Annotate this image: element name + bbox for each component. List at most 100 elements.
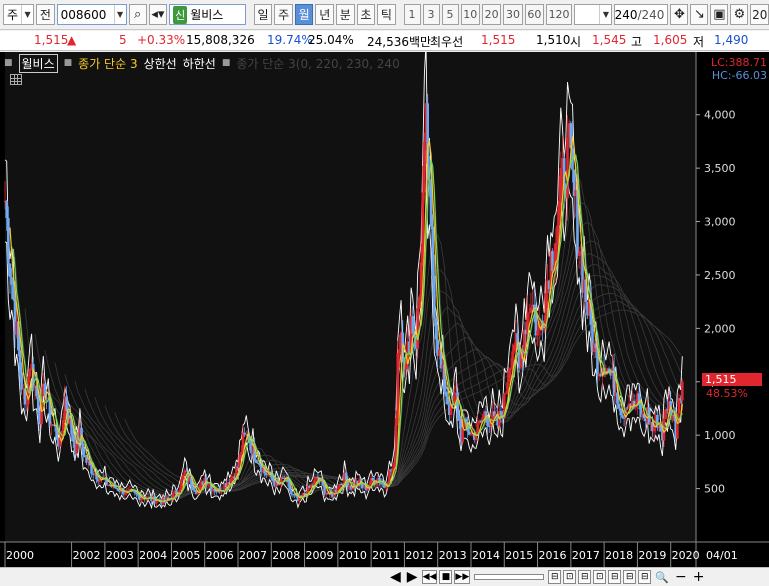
candle-body: [10, 277, 13, 285]
layout-icon[interactable]: ⊟: [608, 570, 622, 584]
candle-body: [65, 396, 68, 411]
interval-60-button[interactable]: 60: [524, 4, 545, 25]
candle-body: [12, 284, 15, 300]
period-month-button[interactable]: 월: [294, 4, 314, 25]
candle-body: [271, 477, 275, 481]
candle-body: [431, 226, 435, 276]
layout-icon[interactable]: ⊟: [548, 570, 562, 584]
candle-body: [509, 368, 513, 370]
legend-lower[interactable]: 하한선: [183, 55, 216, 72]
zoom-out-icon[interactable]: −: [673, 569, 689, 585]
plot-background: [5, 52, 696, 542]
current-price-tag: 1,515: [702, 373, 762, 387]
unit-tick-button[interactable]: 틱: [377, 4, 396, 25]
candle-body: [71, 434, 75, 442]
x-tick-label: 2017: [572, 549, 600, 562]
x-tick-label: 2019: [638, 549, 666, 562]
legend-upper[interactable]: 상한선: [144, 55, 177, 72]
x-tick-label: 2005: [172, 549, 200, 562]
candle-body: [396, 353, 400, 418]
interval-3-button[interactable]: 3: [422, 4, 440, 25]
candle-body: [288, 482, 291, 491]
legend-avg[interactable]: 종가 단순 3(0, 220, 230, 240: [236, 55, 399, 72]
interval-select[interactable]: ▼: [574, 4, 613, 25]
interval-20-button[interactable]: 20: [481, 4, 502, 25]
period-year-button[interactable]: 년: [315, 4, 334, 25]
unit-minute-button[interactable]: 분: [336, 4, 355, 25]
up-arrow-icon: ▲: [67, 33, 77, 47]
zoom-icon[interactable]: 🔍: [653, 571, 671, 584]
grid-icon[interactable]: [10, 74, 22, 85]
x-tick-label: 2013: [439, 549, 467, 562]
candle-body: [434, 317, 438, 340]
market-select[interactable]: 주 ▼: [3, 4, 35, 25]
interval-1-button[interactable]: 1: [403, 4, 421, 25]
bullet-icon: ■: [63, 58, 73, 68]
save-icon[interactable]: ▣: [710, 4, 729, 25]
x-tick-label: 2018: [605, 549, 633, 562]
stock-code-input[interactable]: 008600 ▼: [56, 4, 127, 25]
gear-icon[interactable]: ⚙: [730, 4, 749, 25]
candle-body: [344, 472, 348, 480]
stock-name-field[interactable]: 신 윌비스: [169, 4, 246, 25]
high-label: 고: [631, 35, 643, 49]
scroll-right-icon[interactable]: ▶: [405, 569, 420, 585]
extra-button[interactable]: 20: [750, 4, 769, 25]
y-tick-label: 500: [704, 483, 725, 496]
y-tick-label: 4,000: [704, 109, 736, 122]
x-tick-label: 2002: [73, 549, 101, 562]
trade-amount: 24,536백만: [367, 35, 432, 49]
chart-legend: ■ 윌비스 ■ 종가 단순 3 상한선 하한선 ■ 종가 단순 3(0, 220…: [4, 53, 400, 73]
x-tick-label: 2003: [106, 549, 134, 562]
rewind-button[interactable]: ◀◀: [421, 570, 438, 584]
price-chart[interactable]: 5001,0001,5002,0002,5003,0003,5004,00020…: [0, 52, 769, 567]
period-day-button[interactable]: 일: [253, 4, 273, 25]
candle-body: [278, 484, 281, 486]
candle-body: [7, 218, 10, 264]
lc-label: LC:388.71: [710, 56, 767, 69]
search-icon[interactable]: ⌕: [128, 4, 147, 25]
layout-icon[interactable]: ⊟: [638, 570, 652, 584]
scroll-left-icon[interactable]: ◀: [388, 569, 403, 585]
zoom-in-icon[interactable]: +: [691, 569, 707, 585]
speaker-icon[interactable]: ◂▾: [148, 4, 168, 25]
candle-body: [384, 486, 388, 489]
jeon-button[interactable]: 전: [36, 4, 55, 25]
x-tick-label: 2009: [306, 549, 334, 562]
count-field[interactable]: 240 /240: [614, 4, 669, 25]
candle-body: [507, 368, 511, 383]
zoom-slider[interactable]: [474, 574, 545, 580]
candle-body: [421, 192, 425, 263]
candle-body: [316, 476, 320, 478]
interval-120-button[interactable]: 120: [546, 4, 573, 25]
layout-icon[interactable]: ⊟: [623, 570, 637, 584]
candle-body: [123, 493, 127, 495]
credit-badge: 신: [173, 5, 188, 24]
unit-second-button[interactable]: 초: [356, 4, 376, 25]
market-label: 주: [7, 8, 19, 22]
candle-body: [181, 474, 185, 480]
candle-body: [557, 200, 561, 226]
legend-ma[interactable]: 종가 단순 3: [78, 55, 137, 72]
candle-body: [536, 330, 539, 336]
layout-icon[interactable]: ⊡: [563, 570, 577, 584]
period-week-button[interactable]: 주: [274, 4, 293, 25]
interval-5-button[interactable]: 5: [441, 4, 459, 25]
turnover-pct: 19.74%: [267, 33, 313, 47]
x-tick-label: 2020: [672, 549, 700, 562]
stop-button[interactable]: ■: [439, 570, 453, 584]
layout-icon[interactable]: ⊡: [593, 570, 607, 584]
chart-tools-icon[interactable]: ✥: [670, 4, 689, 25]
candle-body: [404, 364, 408, 370]
forward-button[interactable]: ▶▶: [454, 570, 471, 584]
chart-area[interactable]: 5001,0001,5002,0002,5003,0003,5004,00020…: [0, 52, 769, 567]
legend-stock-name[interactable]: 윌비스: [18, 53, 58, 73]
layout-icon[interactable]: ⊟: [578, 570, 592, 584]
candle-body: [83, 455, 87, 458]
candle-body: [444, 391, 448, 397]
interval-10-button[interactable]: 10: [460, 4, 480, 25]
draw-line-icon[interactable]: ↘: [690, 4, 709, 25]
bullet-icon: ■: [221, 58, 231, 68]
candle-body: [617, 403, 621, 409]
interval-30-button[interactable]: 30: [503, 4, 523, 25]
